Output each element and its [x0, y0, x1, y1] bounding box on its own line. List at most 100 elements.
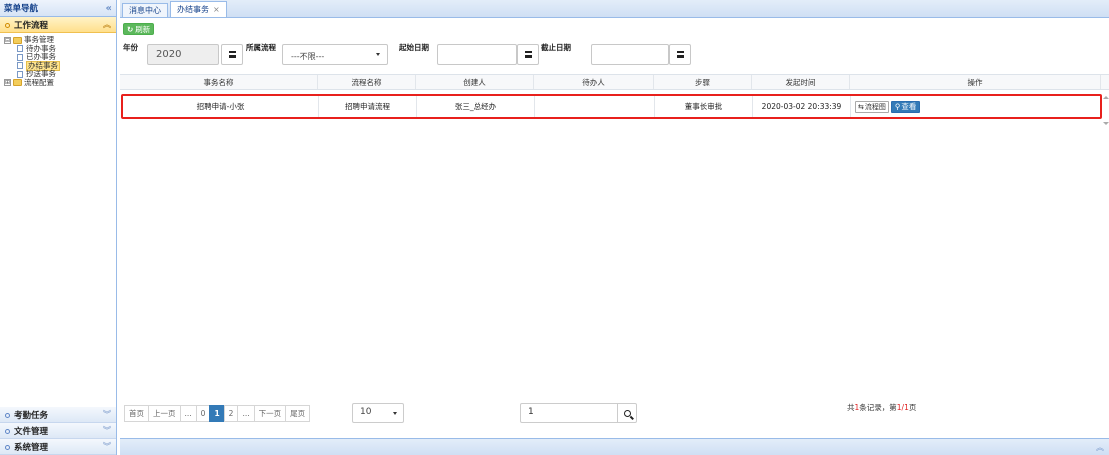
expand-icon[interactable]: ⊞	[4, 79, 11, 87]
chevron-down-icon	[376, 53, 380, 56]
double-chevron-left-icon[interactable]: «	[106, 3, 112, 14]
tab-label: 消息中心	[129, 6, 161, 15]
ellipsis: ...	[179, 404, 197, 422]
toolbar: ↻ 刷新	[120, 18, 1109, 35]
tree-item-cc[interactable]: 抄送事务	[4, 70, 116, 79]
cell-actions: ⇆ 流程图 ⚲ 查看	[851, 96, 1100, 117]
col-header-assignee[interactable]: 待办人	[534, 75, 654, 89]
start-date-input[interactable]	[437, 44, 517, 65]
sidebar-header: 菜单导航 «	[0, 0, 116, 17]
calendar-icon	[524, 51, 532, 58]
start-date-label: 起始日期	[399, 43, 429, 52]
refresh-icon: ↻	[127, 24, 134, 34]
tree-item-label: 流程配置	[24, 77, 54, 87]
flowchart-label: 流程图	[864, 102, 886, 111]
calendar-icon	[228, 51, 236, 58]
sidebar-title: 菜单导航	[4, 4, 39, 14]
accordion-workflow[interactable]: 工作流程 ︽	[0, 17, 116, 33]
cell-process: 招聘申请流程	[319, 96, 417, 117]
double-chevron-up-icon[interactable]: ︽	[103, 19, 111, 30]
accordion-attendance[interactable]: 考勤任务 ︾	[0, 407, 116, 423]
tree-item-process-config[interactable]: ⊞ 流程配置	[4, 77, 116, 88]
page-jump-input[interactable]: 1	[520, 403, 618, 423]
end-date-label: 截止日期	[541, 43, 571, 52]
cell-assignee	[535, 96, 655, 117]
view-label: 查看	[901, 101, 917, 111]
left-sidebar: 菜单导航 « 工作流程 ︽ ⊟ 事务管理 待办事务 已办事务 办结事务 抄送事务…	[0, 0, 117, 455]
refresh-button[interactable]: ↻ 刷新	[123, 23, 155, 35]
cell-name: 招聘申请-小张	[123, 96, 319, 117]
filter-bar: 年份 2020 所属流程 ---不限--- 起始日期 截止日期	[123, 38, 1103, 68]
cell-start-time: 2020-03-02 20:33:39	[753, 96, 851, 117]
collapse-icon[interactable]: ⊟	[4, 36, 11, 44]
double-chevron-down-icon[interactable]: ︾	[103, 441, 111, 452]
tree-item-finished[interactable]: 办结事务	[4, 60, 116, 71]
flowchart-button[interactable]: ⇆ 流程图	[855, 100, 889, 113]
search-icon: ⚲	[894, 101, 901, 111]
col-header-creator[interactable]: 创建人	[416, 75, 534, 89]
process-label: 所属流程	[246, 43, 276, 52]
page-size-select[interactable]: 10	[352, 403, 404, 423]
next-page-button[interactable]: 下一页	[253, 404, 287, 422]
search-icon	[623, 409, 631, 417]
circle-icon	[5, 444, 10, 450]
summary-suffix: 页	[908, 403, 917, 412]
summary-mid: 条记录，第	[859, 403, 897, 412]
end-date-input[interactable]	[591, 44, 669, 65]
prev-page-button[interactable]: 上一页	[148, 404, 181, 422]
table-row[interactable]: 招聘申请-小张 招聘申请流程 张三_总经办 董事长审批 2020-03-02 2…	[121, 94, 1102, 119]
year-calendar-button[interactable]	[221, 44, 243, 65]
tab-message-center[interactable]: 消息中心	[122, 3, 168, 17]
last-page-button[interactable]: 尾页	[285, 404, 311, 422]
double-chevron-up-icon[interactable]: ︽	[1096, 442, 1104, 453]
main-panel: 消息中心 办结事务 × ↻ 刷新 年份 2020 所属流程 ---不限--- 起…	[120, 0, 1109, 455]
current-page-button[interactable]: 1	[209, 404, 225, 422]
flowchart-icon: ⇆	[858, 102, 864, 111]
page-jump-button[interactable]	[617, 403, 637, 423]
col-header-step[interactable]: 步骤	[654, 75, 752, 89]
tab-finished-affairs[interactable]: 办结事务 ×	[170, 1, 227, 17]
circle-icon	[5, 22, 10, 28]
results-table: 事务名称 流程名称 创建人 待办人 步骤 发起时间 操作 招聘申请-小张 招聘申…	[120, 74, 1109, 119]
cell-step: 董事长审批	[655, 96, 753, 117]
tree-item-affairs[interactable]: ⊟ 事务管理	[4, 36, 116, 45]
workflow-tree: ⊟ 事务管理 待办事务 已办事务 办结事务 抄送事务 ⊞ 流程配置	[0, 33, 116, 419]
refresh-label: 刷新	[135, 24, 151, 34]
double-chevron-down-icon[interactable]: ︾	[103, 425, 111, 436]
record-summary: 共1条记录，第1/1页	[847, 402, 916, 413]
calendar-icon	[676, 51, 684, 58]
document-icon	[17, 45, 23, 53]
end-date-calendar-button[interactable]	[669, 44, 691, 65]
ellipsis: ...	[237, 404, 255, 422]
start-date-calendar-button[interactable]	[517, 44, 539, 65]
cell-creator: 张三_总经办	[417, 96, 535, 117]
tree-item-todo[interactable]: 待办事务	[4, 44, 116, 54]
year-input[interactable]: 2020	[147, 44, 219, 65]
circle-icon	[5, 428, 10, 434]
table-scrollbar[interactable]	[1103, 90, 1109, 130]
tree-item-done[interactable]: 已办事务	[4, 53, 116, 62]
accordion-files[interactable]: 文件管理 ︾	[0, 423, 116, 439]
col-header-name[interactable]: 事务名称	[120, 75, 318, 89]
process-select[interactable]: ---不限---	[282, 44, 388, 65]
summary-page: 1/1	[896, 403, 909, 412]
scroll-down-icon[interactable]	[1103, 122, 1109, 125]
accordion-label: 工作流程	[14, 20, 49, 31]
accordion-label: 文件管理	[14, 426, 49, 437]
col-header-start-time[interactable]: 发起时间	[752, 75, 850, 89]
document-icon	[17, 53, 23, 61]
view-button[interactable]: ⚲ 查看	[890, 100, 921, 113]
document-icon	[17, 62, 23, 70]
page-button[interactable]: 2	[223, 404, 239, 422]
col-header-process[interactable]: 流程名称	[318, 75, 416, 89]
first-page-button[interactable]: 首页	[124, 404, 149, 422]
scroll-up-icon[interactable]	[1103, 96, 1109, 99]
bottom-bar: ︽	[120, 438, 1109, 455]
double-chevron-down-icon[interactable]: ︾	[103, 409, 111, 420]
circle-icon	[5, 412, 10, 418]
pagination: 首页 上一页 ... 0 1 2 ... 下一页 尾页	[124, 402, 311, 424]
close-icon[interactable]: ×	[213, 5, 220, 14]
accordion-system[interactable]: 系统管理 ︾	[0, 439, 116, 455]
folder-icon	[13, 79, 22, 87]
page-button[interactable]: 0	[195, 404, 211, 422]
